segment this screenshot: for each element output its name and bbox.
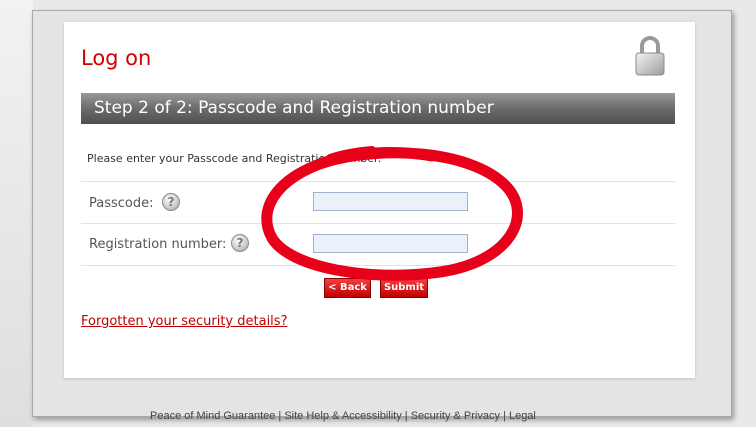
help-icon[interactable]: ? xyxy=(231,234,249,252)
registration-number-input[interactable] xyxy=(313,234,468,253)
footer-link[interactable]: Site Help & Accessibility xyxy=(284,410,401,422)
footer-separator: | xyxy=(404,410,408,422)
footer-link[interactable]: Security & Privacy xyxy=(411,410,500,422)
page-title: Log on xyxy=(81,46,152,70)
footer-links: Peace of Mind Guarantee | Site Help & Ac… xyxy=(150,410,536,422)
footer-link[interactable]: Legal xyxy=(509,410,536,422)
footer-separator: | xyxy=(278,410,282,422)
passcode-input[interactable] xyxy=(313,192,468,211)
background-strip xyxy=(0,0,33,427)
instruction-text: Please enter your Passcode and Registrat… xyxy=(87,152,382,165)
back-button[interactable]: < Back xyxy=(324,278,371,298)
step-header: Step 2 of 2: Passcode and Registration n… xyxy=(81,93,675,124)
logon-panel: Log on Step 2 of 2: Passcode and Registr… xyxy=(64,22,695,378)
footer-separator: | xyxy=(503,410,506,422)
submit-button[interactable]: Submit xyxy=(380,278,428,298)
padlock-icon xyxy=(635,36,665,76)
passcode-label: Passcode: xyxy=(89,196,154,211)
divider xyxy=(81,265,675,266)
divider xyxy=(81,181,675,182)
forgotten-security-details-link[interactable]: Forgotten your security details? xyxy=(81,314,287,329)
footer-link[interactable]: Peace of Mind Guarantee xyxy=(150,410,275,422)
divider xyxy=(81,223,675,224)
registration-number-label: Registration number: xyxy=(89,237,227,252)
help-icon[interactable]: ? xyxy=(162,193,180,211)
